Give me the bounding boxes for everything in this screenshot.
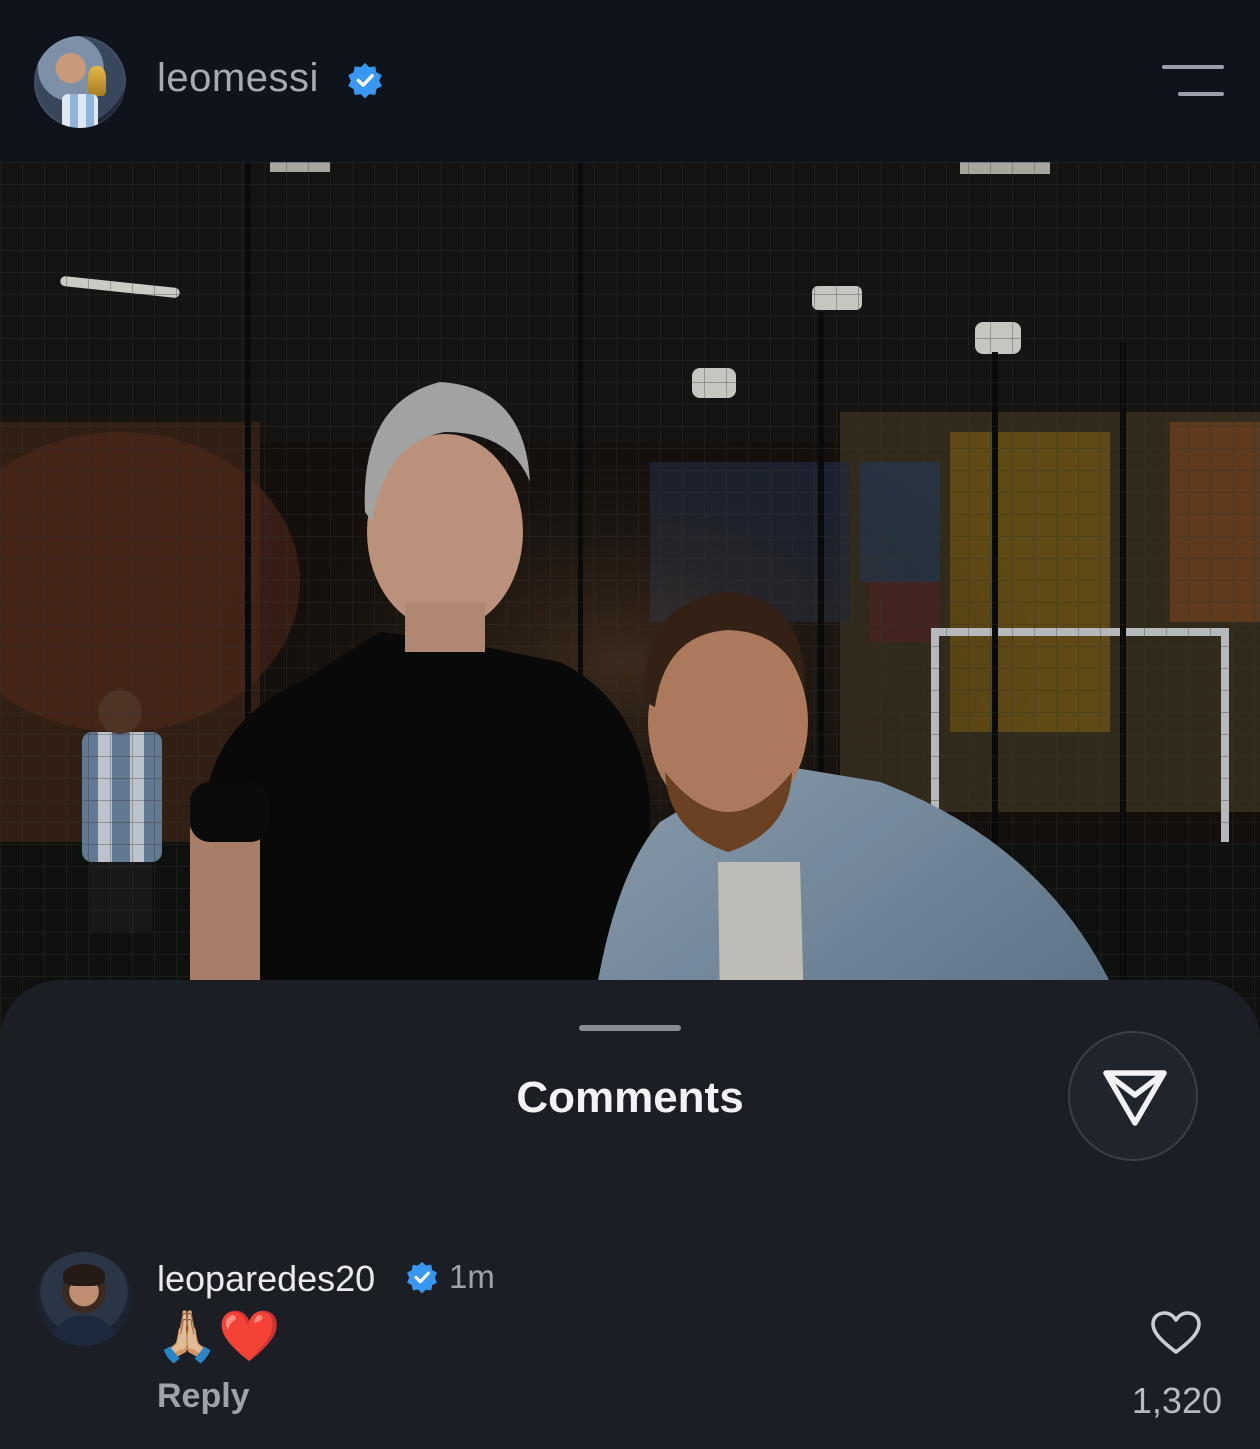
avatar-trophy	[88, 66, 106, 96]
comment-text: 🙏🏼❤️	[156, 1308, 281, 1364]
verified-badge-icon	[348, 62, 382, 99]
avatar-shirt	[51, 1316, 117, 1346]
share-button[interactable]	[1068, 1031, 1198, 1161]
avatar-hair	[63, 1264, 105, 1286]
comments-sheet: Comments leoparedes20 1m 🙏🏼❤️ Reply 1,32…	[0, 980, 1260, 1449]
comment-timestamp: 1m	[449, 1258, 495, 1295]
avatar-jersey	[62, 94, 98, 128]
profile-avatar[interactable]	[34, 36, 126, 128]
sheet-drag-handle[interactable]	[579, 1025, 681, 1031]
instagram-post-screen: leomessi Comments leoparedes20 1m 🙏🏼❤️ R…	[0, 0, 1260, 1449]
reply-button[interactable]: Reply	[157, 1377, 250, 1416]
post-header: leomessi	[0, 0, 1260, 162]
commenter-avatar[interactable]	[37, 1252, 131, 1346]
commenter-username[interactable]: leoparedes20	[157, 1258, 375, 1300]
profile-username[interactable]: leomessi	[157, 56, 319, 101]
hamburger-menu-icon[interactable]	[1162, 63, 1224, 99]
send-icon	[1103, 1070, 1167, 1126]
verified-badge-icon	[407, 1261, 437, 1294]
heart-icon[interactable]	[1150, 1310, 1202, 1356]
like-count: 1,320	[1131, 1380, 1222, 1421]
